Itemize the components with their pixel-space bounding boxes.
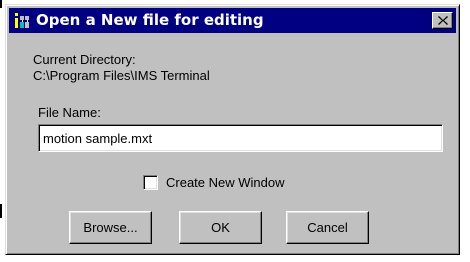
cancel-button[interactable]: Cancel	[286, 211, 369, 244]
file-name-label: File Name:	[38, 105, 101, 120]
close-x-icon	[438, 16, 448, 25]
close-button[interactable]	[432, 12, 453, 29]
create-new-window-label[interactable]: Create New Window	[166, 175, 285, 190]
dialog-title: Open a New file for editing	[36, 11, 264, 29]
browse-button[interactable]: Browse...	[69, 211, 152, 244]
background-edge-mark	[0, 0, 2, 8]
current-directory-path: C:\Program Files\IMS Terminal	[33, 68, 210, 83]
title-bar[interactable]: Open a New file for editing	[9, 8, 456, 33]
ok-button[interactable]: OK	[179, 211, 262, 244]
create-new-window-checkbox[interactable]	[143, 175, 158, 190]
open-file-dialog: Open a New file for editing Current Dire…	[5, 4, 460, 255]
background-edge-mark	[0, 204, 2, 218]
current-directory-label: Current Directory:	[33, 52, 136, 67]
file-name-input[interactable]	[43, 130, 433, 146]
file-name-field[interactable]	[38, 124, 443, 152]
ims-terminal-app-icon[interactable]	[13, 11, 32, 30]
